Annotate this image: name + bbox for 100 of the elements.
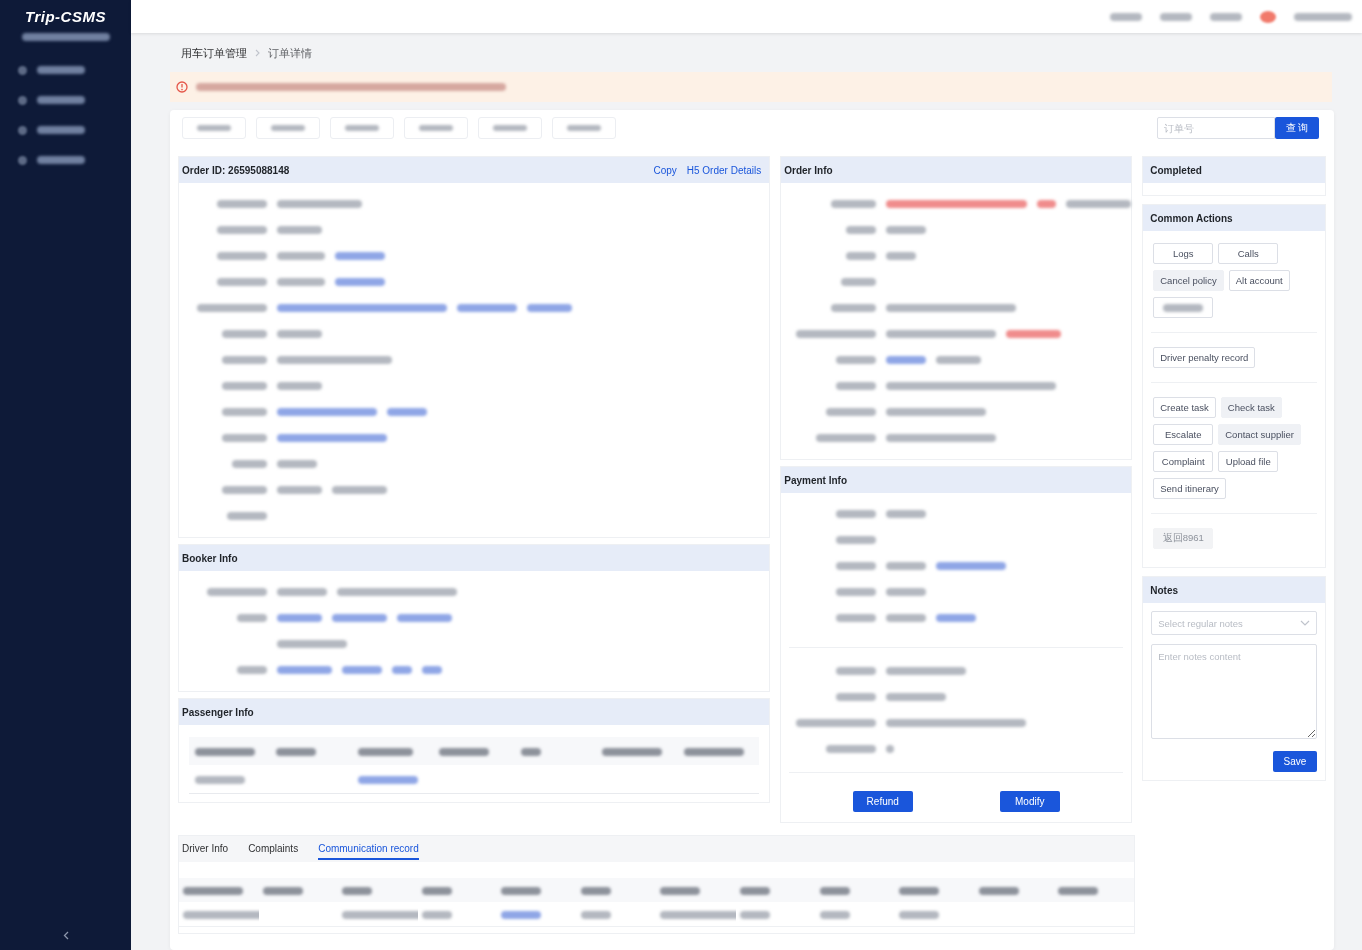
tab[interactable]: Driver Info <box>182 838 229 860</box>
collapse-icon[interactable] <box>62 931 69 940</box>
blurred-text <box>342 666 382 674</box>
avatar[interactable] <box>1260 10 1276 23</box>
blurred-text <box>819 910 850 919</box>
blurred-text <box>195 775 245 784</box>
tab-button[interactable] <box>404 117 468 139</box>
action-button[interactable]: Complaint <box>1153 451 1214 472</box>
blurred-text <box>836 536 877 544</box>
blurred-text <box>836 588 877 596</box>
blurred-text <box>1210 12 1242 21</box>
blurred-text <box>421 886 452 895</box>
link[interactable]: H5 Order Details <box>686 164 762 176</box>
tab-button[interactable] <box>552 117 616 139</box>
tab-button[interactable] <box>330 117 394 139</box>
blurred-text <box>831 304 877 312</box>
action-button[interactable]: Logs <box>1153 243 1214 264</box>
action-button[interactable]: Create task <box>1153 397 1216 418</box>
action-button[interactable]: Escalate <box>1153 424 1214 445</box>
blurred-text <box>520 747 541 756</box>
blurred-text <box>277 588 327 596</box>
action-button[interactable]: Alt account <box>1228 270 1290 291</box>
panel-title: Order ID: 26595088148 <box>182 164 290 176</box>
blurred-text <box>217 226 267 234</box>
blurred-text <box>457 304 517 312</box>
blurred-text <box>217 252 267 260</box>
status-title: Completed <box>1149 164 1202 176</box>
blurred-text <box>826 408 877 416</box>
panel-title: Payment Info <box>784 474 848 486</box>
blurred-text <box>197 304 267 312</box>
action-button[interactable] <box>1153 297 1214 318</box>
blurred-text <box>886 588 927 596</box>
chevron-right-icon <box>255 49 260 57</box>
blurred-text <box>831 200 877 208</box>
blurred-text <box>886 562 927 570</box>
chevron-down-icon <box>1300 620 1310 626</box>
blurred-text <box>886 614 927 622</box>
save-button[interactable]: Save <box>1273 751 1317 772</box>
blurred-text <box>227 512 267 520</box>
notes-field[interactable]: Enter notes content <box>1151 644 1317 739</box>
blurred-text <box>222 408 267 416</box>
blurred-text <box>1065 200 1132 208</box>
action-button[interactable]: Driver penalty record <box>1153 347 1256 368</box>
warning-icon <box>176 81 188 93</box>
blurred-text <box>836 614 877 622</box>
blurred-text <box>217 278 267 286</box>
blurred-text <box>262 886 303 895</box>
action-button[interactable]: Upload file <box>1218 451 1279 472</box>
blurred-text <box>660 886 701 895</box>
blurred-text <box>342 886 373 895</box>
blurred-text <box>277 382 322 390</box>
blurred-text <box>836 382 877 390</box>
tab-button[interactable] <box>478 117 542 139</box>
blurred-text <box>1036 200 1056 208</box>
blurred-text <box>277 278 325 286</box>
blurred-text <box>277 252 325 260</box>
tab-button[interactable] <box>182 117 246 139</box>
blurred-text <box>357 747 413 756</box>
blurred-text <box>237 666 267 674</box>
blurred-text <box>501 910 542 919</box>
search-button[interactable]: 查 询 <box>1275 117 1319 139</box>
action-button[interactable]: Refund <box>852 791 913 812</box>
blurred-text <box>936 614 977 622</box>
panel-title: Booker Info <box>182 552 238 564</box>
blurred-text <box>978 886 1019 895</box>
panel-title: Order Info <box>784 164 833 176</box>
blurred-text <box>277 226 322 234</box>
blurred-text <box>836 356 877 364</box>
breadcrumb-item: 订单详情 <box>268 45 312 61</box>
action-button[interactable]: Modify <box>999 791 1060 812</box>
blurred-text <box>819 886 850 895</box>
blurred-text <box>1058 886 1099 895</box>
tab[interactable]: Complaints <box>248 838 299 860</box>
blurred-text <box>886 252 917 260</box>
blurred-text <box>207 588 267 596</box>
action-button[interactable]: Contact supplier <box>1218 424 1301 445</box>
blurred-text <box>222 382 267 390</box>
blurred-text <box>277 460 317 468</box>
blurred-text <box>899 886 940 895</box>
blurred-text <box>580 886 611 895</box>
blurred-text <box>332 614 387 622</box>
action-button[interactable]: Send itinerary <box>1153 478 1226 499</box>
link[interactable]: Copy <box>653 164 677 176</box>
action-button[interactable]: Cancel policy <box>1153 270 1224 291</box>
action-button[interactable]: Check task <box>1220 397 1282 418</box>
blurred-text <box>846 252 877 260</box>
blurred-text <box>846 226 877 234</box>
blurred-text <box>335 278 385 286</box>
blurred-text <box>527 304 572 312</box>
blurred-text <box>841 278 877 286</box>
blurred-text <box>222 434 267 442</box>
tab-button[interactable] <box>256 117 320 139</box>
blurred-text <box>826 745 877 753</box>
action-button[interactable]: Calls <box>1218 243 1279 264</box>
blurred-text <box>222 356 267 364</box>
blurred-text <box>1160 12 1192 21</box>
panel-title: Common Actions <box>1149 212 1233 224</box>
breadcrumb-item[interactable]: 用车订单管理 <box>181 45 247 61</box>
blurred-text <box>277 614 322 622</box>
tab[interactable]: Communication record <box>318 838 419 860</box>
